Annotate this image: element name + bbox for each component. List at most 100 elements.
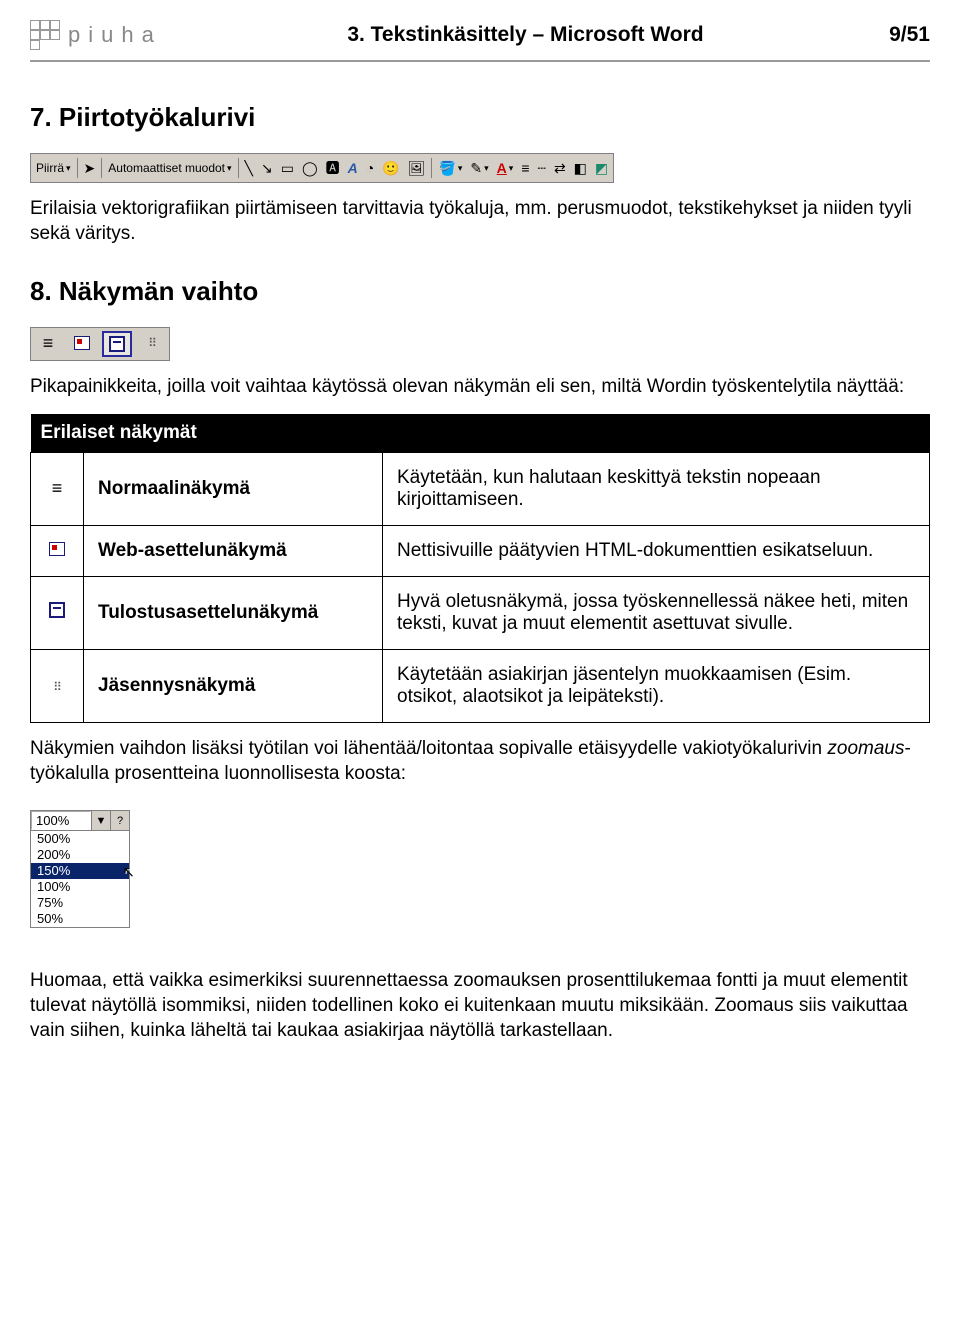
draw-menu-button[interactable]: Piirrä ▾ xyxy=(32,155,75,181)
threed-button[interactable]: ◩ xyxy=(591,155,612,181)
table-row: Tulostusasettelunäkymä Hyvä oletusnäkymä… xyxy=(31,577,930,650)
outline-view-icon xyxy=(53,680,61,694)
picture-icon: 🖼 xyxy=(408,161,426,175)
zoom-option[interactable]: 100% xyxy=(31,879,129,895)
zoom-option-label: 150% xyxy=(37,863,70,878)
zoom-field-row: 100% ▼ ? xyxy=(31,811,129,831)
normal-view-icon xyxy=(43,334,54,352)
dropdown-icon: ▾ xyxy=(458,163,463,174)
textbox-tool-button[interactable]: 🅰 xyxy=(322,155,344,181)
zoom-option[interactable]: 500% xyxy=(31,831,129,847)
font-color-icon: A xyxy=(497,161,507,175)
zoom-option[interactable]: 50% xyxy=(31,911,129,927)
view-switch-toolbar xyxy=(30,327,170,361)
view-name: Tulostusasettelunäkymä xyxy=(84,577,383,650)
arrow-style-icon: ⇄ xyxy=(554,161,566,175)
draw-menu-label: Piirrä xyxy=(36,161,64,175)
line-style-button[interactable]: ≡ xyxy=(517,155,533,181)
normal-view-icon xyxy=(52,481,63,497)
arrow-style-button[interactable]: ⇄ xyxy=(550,155,570,181)
toolbar-separator xyxy=(101,158,102,178)
zoom-dropdown[interactable]: 100% ▼ ? 500% 200% 150% ↖ 100% 75% 50% xyxy=(30,810,130,928)
zoom-dropdown-arrow[interactable]: ▼ xyxy=(91,811,110,830)
zoom-options-list: 500% 200% 150% ↖ 100% 75% 50% xyxy=(31,831,129,927)
zoom-intro-paragraph: Näkymien vaihdon lisäksi työtilan voi lä… xyxy=(30,737,930,786)
page-header: piuha 3. Tekstinkäsittely – Microsoft Wo… xyxy=(30,20,930,62)
dash-style-icon: ┄ xyxy=(538,161,546,175)
print-layout-icon-cell xyxy=(31,577,84,650)
dropdown-icon: ▾ xyxy=(227,163,232,174)
print-layout-icon xyxy=(109,336,125,352)
select-objects-button[interactable]: ➤ xyxy=(80,155,100,181)
line-color-button[interactable]: ✎▾ xyxy=(466,155,492,181)
zoom-option-selected[interactable]: 150% ↖ xyxy=(31,863,129,879)
shadow-icon: ◧ xyxy=(574,161,587,175)
view-name: Web-asettelunäkymä xyxy=(84,526,383,577)
textbox-icon: 🅰 xyxy=(326,161,340,175)
dash-style-button[interactable]: ┄ xyxy=(534,155,550,181)
diagram-icon: ◔ xyxy=(366,161,374,175)
section-7-paragraph: Erilaisia vektorigrafiikan piirtämiseen … xyxy=(30,197,930,246)
print-layout-view-button[interactable] xyxy=(102,331,132,357)
view-description: Hyvä oletusnäkymä, jossa työskennellessä… xyxy=(383,577,930,650)
shadow-button[interactable]: ◧ xyxy=(570,155,591,181)
outline-view-icon xyxy=(148,336,156,350)
threed-icon: ◩ xyxy=(595,161,608,175)
normal-view-button[interactable] xyxy=(34,331,62,355)
web-layout-icon xyxy=(49,542,65,556)
page-title: 3. Tekstinkäsittely – Microsoft Word xyxy=(347,23,703,47)
diagram-button[interactable]: ◔ xyxy=(362,155,378,181)
zoom-intro-em: zoomaus xyxy=(827,738,904,759)
dropdown-icon: ▾ xyxy=(484,163,489,174)
outline-view-button[interactable] xyxy=(138,331,166,355)
help-icon[interactable]: ? xyxy=(110,811,129,830)
normal-view-icon-cell xyxy=(31,453,84,526)
web-layout-icon-cell xyxy=(31,526,84,577)
dropdown-icon: ▾ xyxy=(509,163,514,174)
line-tool-button[interactable]: ╲ xyxy=(241,155,257,181)
fill-icon: 🪣 xyxy=(438,161,455,175)
oval-icon: ◯ xyxy=(302,161,318,175)
fill-color-button[interactable]: 🪣▾ xyxy=(434,155,466,181)
insert-picture-button[interactable]: 🖼 xyxy=(404,155,430,181)
toolbar-separator xyxy=(431,158,432,178)
table-row: Normaalinäkymä Käytetään, kun halutaan k… xyxy=(31,453,930,526)
view-description: Käytetään, kun halutaan keskittyä teksti… xyxy=(383,453,930,526)
zoom-current-value[interactable]: 100% xyxy=(31,811,91,830)
web-layout-icon xyxy=(74,336,90,350)
view-name: Normaalinäkymä xyxy=(84,453,383,526)
outline-view-icon-cell xyxy=(31,650,84,723)
pointer-icon: ➤ xyxy=(84,161,96,175)
zoom-option[interactable]: 75% xyxy=(31,895,129,911)
zoom-intro-pre: Näkymien vaihdon lisäksi työtilan voi lä… xyxy=(30,738,827,759)
page-number: 9/51 xyxy=(889,23,930,47)
zoom-option[interactable]: 200% xyxy=(31,847,129,863)
clipart-button[interactable]: 🙂 xyxy=(378,155,403,181)
arrow-tool-button[interactable]: ↘ xyxy=(257,155,277,181)
toolbar-separator xyxy=(77,158,78,178)
section-8-heading: 8. Näkymän vaihto xyxy=(30,276,930,307)
print-layout-icon xyxy=(49,602,65,618)
view-description: Käytetään asiakirjan jäsentelyn muokkaam… xyxy=(383,650,930,723)
cursor-icon: ↖ xyxy=(122,865,135,881)
web-layout-view-button[interactable] xyxy=(68,331,96,355)
rectangle-tool-button[interactable]: ▭ xyxy=(277,155,298,181)
logo-squares-icon xyxy=(30,20,58,50)
section-7-heading: 7. Piirtotyökalurivi xyxy=(30,102,930,133)
views-table: Erilaiset näkymät Normaalinäkymä Käytetä… xyxy=(30,414,930,723)
autoshapes-label: Automaattiset muodot xyxy=(108,161,225,175)
table-row: Jäsennysnäkymä Käytetään asiakirjan jäse… xyxy=(31,650,930,723)
oval-tool-button[interactable]: ◯ xyxy=(298,155,322,181)
section-8-intro-paragraph: Pikapainikkeita, joilla voit vaihtaa käy… xyxy=(30,375,930,400)
view-description: Nettisivuille päätyvien HTML-dokumenttie… xyxy=(383,526,930,577)
view-name: Jäsennysnäkymä xyxy=(84,650,383,723)
clipart-icon: 🙂 xyxy=(382,161,399,175)
logo: piuha xyxy=(30,20,162,50)
wordart-icon: A xyxy=(348,161,358,175)
autoshapes-menu-button[interactable]: Automaattiset muodot ▾ xyxy=(104,155,235,181)
toolbar-separator xyxy=(238,158,239,178)
font-color-button[interactable]: A▾ xyxy=(493,155,518,181)
logo-text: piuha xyxy=(68,22,162,48)
drawing-toolbar: Piirrä ▾ ➤ Automaattiset muodot ▾ ╲ ↘ ▭ … xyxy=(30,153,614,183)
wordart-button[interactable]: A xyxy=(344,155,362,181)
